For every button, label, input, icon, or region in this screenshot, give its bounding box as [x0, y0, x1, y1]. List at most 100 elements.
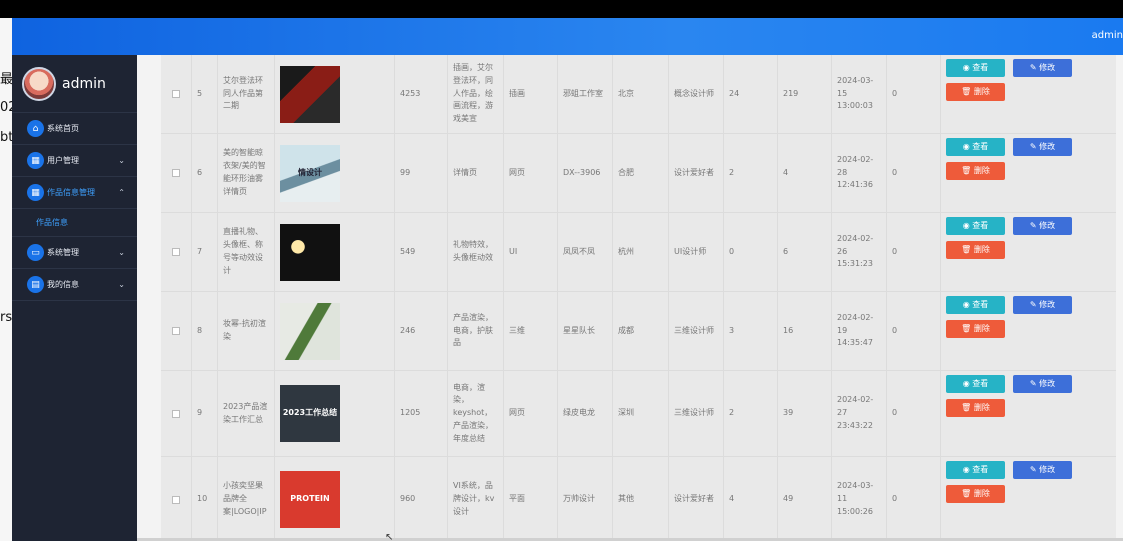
delete-button[interactable]: 🗑 删除 [946, 162, 1005, 180]
table-cell: 8 [192, 292, 218, 370]
delete-button[interactable]: 🗑 删除 [946, 485, 1005, 503]
row-checkbox[interactable] [172, 248, 180, 256]
sidebar-subitem-works-info[interactable]: 作品信息 [12, 209, 137, 237]
cell-title: 2023产品渲染工作汇总 [223, 401, 268, 424]
table-cell: 杭州 [613, 213, 669, 291]
cell-views: 549 [400, 246, 416, 256]
table-cell: 礼物特效，头像框动效 [448, 213, 504, 291]
table-row: 9 2023产品渲染工作汇总 2023工作总结 1205 电商，渲染，keyshot，产… [161, 371, 1116, 457]
table-cell: 其他 [613, 457, 669, 541]
sidebar-item-label: 我的信息 [47, 280, 79, 289]
cell-status: 0 [892, 246, 898, 256]
table-cell: 平面 [504, 457, 558, 541]
table-cell: 星星队长 [558, 292, 613, 370]
edit-button[interactable]: ✎ 修改 [1013, 217, 1072, 235]
cell-role: 三维设计师 [674, 408, 714, 418]
table-cell: 艾尔登法环同人作品第二期 [218, 55, 275, 133]
view-button[interactable]: ◉ 查看 [946, 59, 1005, 77]
cell-views: 246 [400, 325, 416, 335]
monitor-icon: ▭ [27, 244, 44, 261]
background-window-strip [0, 18, 12, 541]
table-cell: ◉ 查看 ✎ 修改 🗑 删除 [941, 134, 1123, 212]
cell-date: 2024-02-27 23:43:22 [837, 395, 874, 430]
table-cell: 妆幂-抗初渲染 [218, 292, 275, 370]
work-thumbnail: PROTEIN [280, 471, 340, 528]
user-profile: admin [12, 55, 137, 113]
table-cell: 概念设计师 [669, 55, 724, 133]
cell-city: 深圳 [618, 408, 634, 418]
table-cell: 24 [724, 55, 778, 133]
row-checkbox[interactable] [172, 327, 180, 335]
view-button[interactable]: ◉ 查看 [946, 217, 1005, 235]
delete-button[interactable]: 🗑 删除 [946, 83, 1005, 101]
cell-author: 万帅设计 [563, 494, 595, 504]
cell-tags: 电商，渲染，keyshot，产品渲染，年度总结 [453, 382, 493, 443]
row-checkbox[interactable] [172, 495, 180, 504]
sidebar-item-my-info[interactable]: ▤ 我的信息 ⌄ [12, 269, 137, 301]
edit-button[interactable]: ✎ 修改 [1013, 138, 1072, 156]
row-checkbox[interactable] [172, 90, 180, 98]
table-cell: 设计爱好者 [669, 457, 724, 541]
work-thumbnail: 情设计 [280, 144, 340, 202]
cell-index: 8 [197, 325, 203, 335]
table-cell: 直播礼物、头像框、称号等动效设计 [218, 213, 275, 291]
cell-tags: VI系统，品牌设计，kv设计 [453, 481, 495, 516]
card-icon: ▤ [27, 276, 44, 293]
table-cell: 合肥 [613, 134, 669, 212]
table-cell: 0 [887, 292, 941, 370]
sidebar-item-home[interactable]: ⌂ 系统首页 [12, 113, 137, 145]
cell-date: 2024-03-15 13:00:03 [837, 75, 874, 111]
cell-role: 概念设计师 [674, 88, 714, 98]
edit-button[interactable]: ✎ 修改 [1013, 296, 1072, 314]
cell-title: 小孩奕坚果品牌全案|LOGO|IP [223, 481, 267, 516]
table-cell: 美的智能晾衣架/美的智能环形油雾详情页 [218, 134, 275, 212]
cell-city: 成都 [618, 325, 634, 335]
table-cell: 凤凤不凤 [558, 213, 613, 291]
row-checkbox[interactable] [172, 409, 180, 418]
cell-city: 杭州 [618, 246, 634, 256]
table-cell: DX--3906 [558, 134, 613, 212]
cell-date: 2024-02-26 15:31:23 [837, 233, 874, 269]
cell-category: 网页 [509, 167, 525, 177]
delete-button[interactable]: 🗑 删除 [946, 399, 1005, 417]
table-cell: VI系统，品牌设计，kv设计 [448, 457, 504, 541]
view-button[interactable]: ◉ 查看 [946, 375, 1005, 393]
chevron-up-icon: ⌃ [118, 188, 125, 197]
table-cell: 0 [887, 371, 941, 456]
thumbnail-text: PROTEIN [290, 494, 330, 504]
cell-category: 平面 [509, 494, 525, 504]
view-button[interactable]: ◉ 查看 [946, 138, 1005, 156]
table-cell: PROTEIN [275, 457, 395, 541]
view-button[interactable]: ◉ 查看 [946, 296, 1005, 314]
cell-likes: 2 [729, 408, 735, 418]
table-cell: 小孩奕坚果品牌全案|LOGO|IP [218, 457, 275, 541]
view-button[interactable]: ◉ 查看 [946, 461, 1005, 479]
edit-button[interactable]: ✎ 修改 [1013, 59, 1072, 77]
sidebar-item-label: 作品信息管理 [47, 188, 95, 197]
admin-window: admin admin ⌂ 系统首页 ▦ 用户管理 ⌄ ▦ 作品信息管理 ⌃ 作… [12, 18, 1123, 541]
delete-button[interactable]: 🗑 删除 [946, 241, 1005, 259]
work-thumbnail: 2023工作总结 [280, 385, 340, 442]
cell-category: 插画 [509, 88, 525, 98]
cell-favs: 39 [783, 408, 794, 418]
cell-status: 0 [892, 408, 898, 418]
cell-likes: 2 [729, 167, 735, 177]
edit-button[interactable]: ✎ 修改 [1013, 461, 1072, 479]
sidebar-item-label: 用户管理 [47, 156, 79, 165]
table-cell: 三维 [504, 292, 558, 370]
table-cell: 电商，渲染，keyshot，产品渲染，年度总结 [448, 371, 504, 456]
table-cell [161, 371, 192, 456]
sidebar-item-works[interactable]: ▦ 作品信息管理 ⌃ [12, 177, 137, 209]
chevron-down-icon: ⌄ [118, 156, 125, 165]
table-cell: 4 [724, 457, 778, 541]
cell-status: 0 [892, 88, 898, 98]
cell-status: 0 [892, 167, 898, 177]
row-checkbox[interactable] [172, 169, 180, 177]
header-username[interactable]: admin [1092, 30, 1123, 41]
background-text-fragment: rs [0, 310, 13, 325]
delete-button[interactable]: 🗑 删除 [946, 320, 1005, 338]
edit-button[interactable]: ✎ 修改 [1013, 375, 1072, 393]
table-cell: 549 [395, 213, 448, 291]
sidebar-item-system[interactable]: ▭ 系统管理 ⌄ [12, 237, 137, 269]
sidebar-item-users[interactable]: ▦ 用户管理 ⌄ [12, 145, 137, 177]
